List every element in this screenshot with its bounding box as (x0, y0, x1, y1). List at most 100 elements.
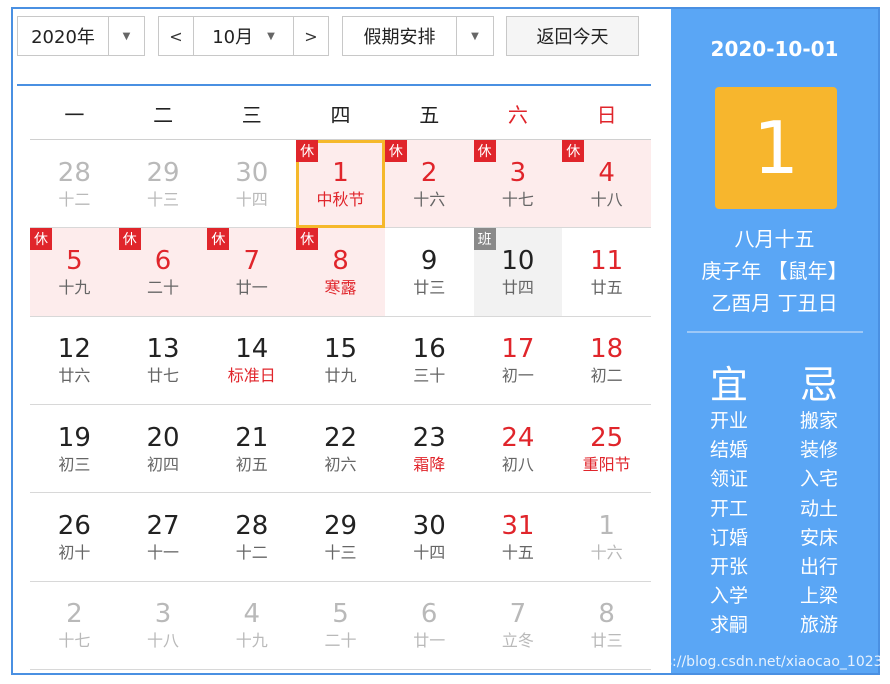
day-cell[interactable]: 班 10 廿四 (473, 228, 563, 317)
rest-day-badge: 休 (562, 140, 585, 162)
lunar-label: 初十 (58, 542, 91, 562)
lunar-label: 十七 (58, 631, 91, 651)
day-number: 5 (332, 599, 349, 630)
day-cell[interactable]: 15 廿九 (296, 317, 385, 405)
day-cell[interactable]: 休 6 二十 (118, 228, 208, 317)
day-cell[interactable]: 休 8 寒露 (296, 228, 385, 317)
day-cell[interactable]: 5 二十 (296, 582, 385, 670)
day-cell[interactable]: 2 十七 (30, 582, 119, 670)
lunar-label: 十三 (324, 542, 357, 562)
header-divider (17, 84, 651, 86)
lunar-label: 初六 (324, 454, 357, 474)
day-cell[interactable]: 26 初十 (30, 493, 119, 582)
yi-title: 宜 (709, 363, 748, 407)
day-number: 20 (146, 422, 180, 453)
day-number: 28 (57, 157, 91, 188)
ji-item: 搬家 (799, 410, 838, 432)
day-cell[interactable]: 16 三十 (384, 317, 474, 405)
day-cell[interactable]: 30 十四 (207, 140, 297, 229)
lunar-label: 十三 (147, 189, 180, 209)
day-number: 31 (501, 510, 535, 541)
day-number: 6 (154, 245, 172, 276)
day-cell[interactable]: 20 初四 (118, 405, 208, 494)
day-cell[interactable]: 休 2 十六 (384, 140, 474, 229)
holiday-value: 假期安排 (343, 17, 457, 55)
day-cell[interactable]: 19 初三 (30, 405, 119, 494)
day-cell[interactable]: 休 5 十九 (30, 228, 119, 317)
prev-month-button[interactable]: < (159, 17, 194, 55)
rest-day-badge: 休 (296, 228, 319, 251)
day-number: 29 (146, 157, 180, 188)
rest-day-badge: 休 (118, 228, 141, 251)
selected-day-number: 1 (715, 87, 837, 209)
chevron-down-icon: ▼ (471, 30, 479, 42)
day-number: 4 (243, 599, 261, 630)
day-cell[interactable]: 6 廿一 (384, 582, 474, 670)
rest-day-badge: 休 (473, 140, 496, 162)
day-number: 14 (235, 334, 269, 365)
day-number: 28 (235, 510, 269, 541)
lunar-label: 初二 (590, 366, 623, 386)
day-cell[interactable]: 30 十四 (384, 493, 474, 582)
month-dropdown[interactable]: 10月 ▼ (194, 23, 293, 49)
yi-item: 入学 (709, 585, 748, 608)
lunar-label: 十九 (235, 631, 268, 651)
panel-divider (687, 331, 863, 333)
day-cell[interactable]: 17 初一 (473, 317, 563, 405)
day-cell[interactable]: 9 廿三 (384, 228, 474, 317)
lunar-label: 重阳节 (582, 454, 631, 474)
day-cell[interactable]: 24 初八 (473, 405, 563, 494)
weekday-label: 三 (241, 102, 262, 127)
lunar-label: 中秋节 (316, 189, 365, 209)
day-cell[interactable]: 18 初二 (562, 317, 651, 405)
day-cell[interactable]: 27 十一 (118, 493, 208, 582)
lunar-label: 廿三 (590, 631, 623, 651)
day-cell[interactable]: 休 4 十八 (562, 140, 651, 229)
yi-item: 开业 (709, 410, 748, 432)
day-cell[interactable]: 28 十二 (207, 493, 297, 582)
day-cell[interactable]: 21 初五 (207, 405, 297, 494)
day-number: 22 (323, 422, 358, 453)
day-cell[interactable]: 休 7 廿一 (207, 228, 297, 317)
day-cell[interactable]: 29 十三 (118, 140, 208, 229)
day-cell[interactable]: 7 立冬 (473, 582, 563, 670)
weekday-label: 六 (507, 102, 528, 127)
yi-item: 开张 (709, 556, 748, 579)
day-cell[interactable]: 29 十三 (296, 493, 385, 582)
day-cell[interactable]: 4 十九 (207, 582, 297, 670)
day-number: 17 (501, 334, 535, 365)
day-number: 9 (420, 245, 438, 276)
ji-title: 忌 (799, 363, 838, 407)
ji-list: 搬家 装修 入宅 动土 安床 出行 上梁 旅游 (784, 407, 854, 641)
next-month-button[interactable]: > (293, 17, 328, 55)
day-cell[interactable]: 13 廿七 (118, 317, 208, 405)
day-number: 30 (412, 510, 446, 541)
day-cell[interactable]: 休 3 十七 (473, 140, 563, 229)
day-number: 8 (332, 245, 349, 276)
month-select[interactable]: < 10月 ▼ > (158, 16, 329, 56)
day-cell[interactable]: 28 十二 (30, 140, 119, 229)
day-cell[interactable]: 14 标准日 (207, 317, 297, 405)
day-cell[interactable]: 1 十六 (562, 493, 651, 582)
back-to-today-button[interactable]: 返回今天 (506, 16, 639, 56)
holiday-select[interactable]: 假期安排 ▼ (342, 16, 494, 56)
day-cell[interactable]: 3 十八 (118, 582, 208, 670)
lunar-label: 廿一 (235, 277, 268, 297)
day-cell[interactable]: 12 廿六 (30, 317, 119, 405)
lunar-label: 寒露 (324, 277, 357, 297)
day-cell[interactable]: 22 初六 (296, 405, 385, 494)
ji-item: 动土 (799, 497, 838, 520)
day-cell[interactable]: 25 重阳节 (562, 405, 651, 494)
day-cell[interactable]: 11 廿五 (562, 228, 651, 317)
year-select[interactable]: 2020年 ▼ (17, 16, 145, 56)
day-number: 15 (323, 334, 358, 365)
year-value: 2020年 (18, 17, 109, 55)
lunar-label: 初一 (501, 366, 534, 386)
lunar-label: 标准日 (227, 366, 276, 386)
day-cell[interactable]: 31 十五 (473, 493, 563, 582)
day-number: 4 (598, 157, 615, 188)
lunar-label: 十一 (147, 542, 180, 562)
day-cell[interactable]: 23 霜降 (384, 405, 474, 494)
day-cell[interactable]: 休 1 中秋节 (296, 140, 385, 229)
weekday-label: 四 (330, 102, 351, 127)
